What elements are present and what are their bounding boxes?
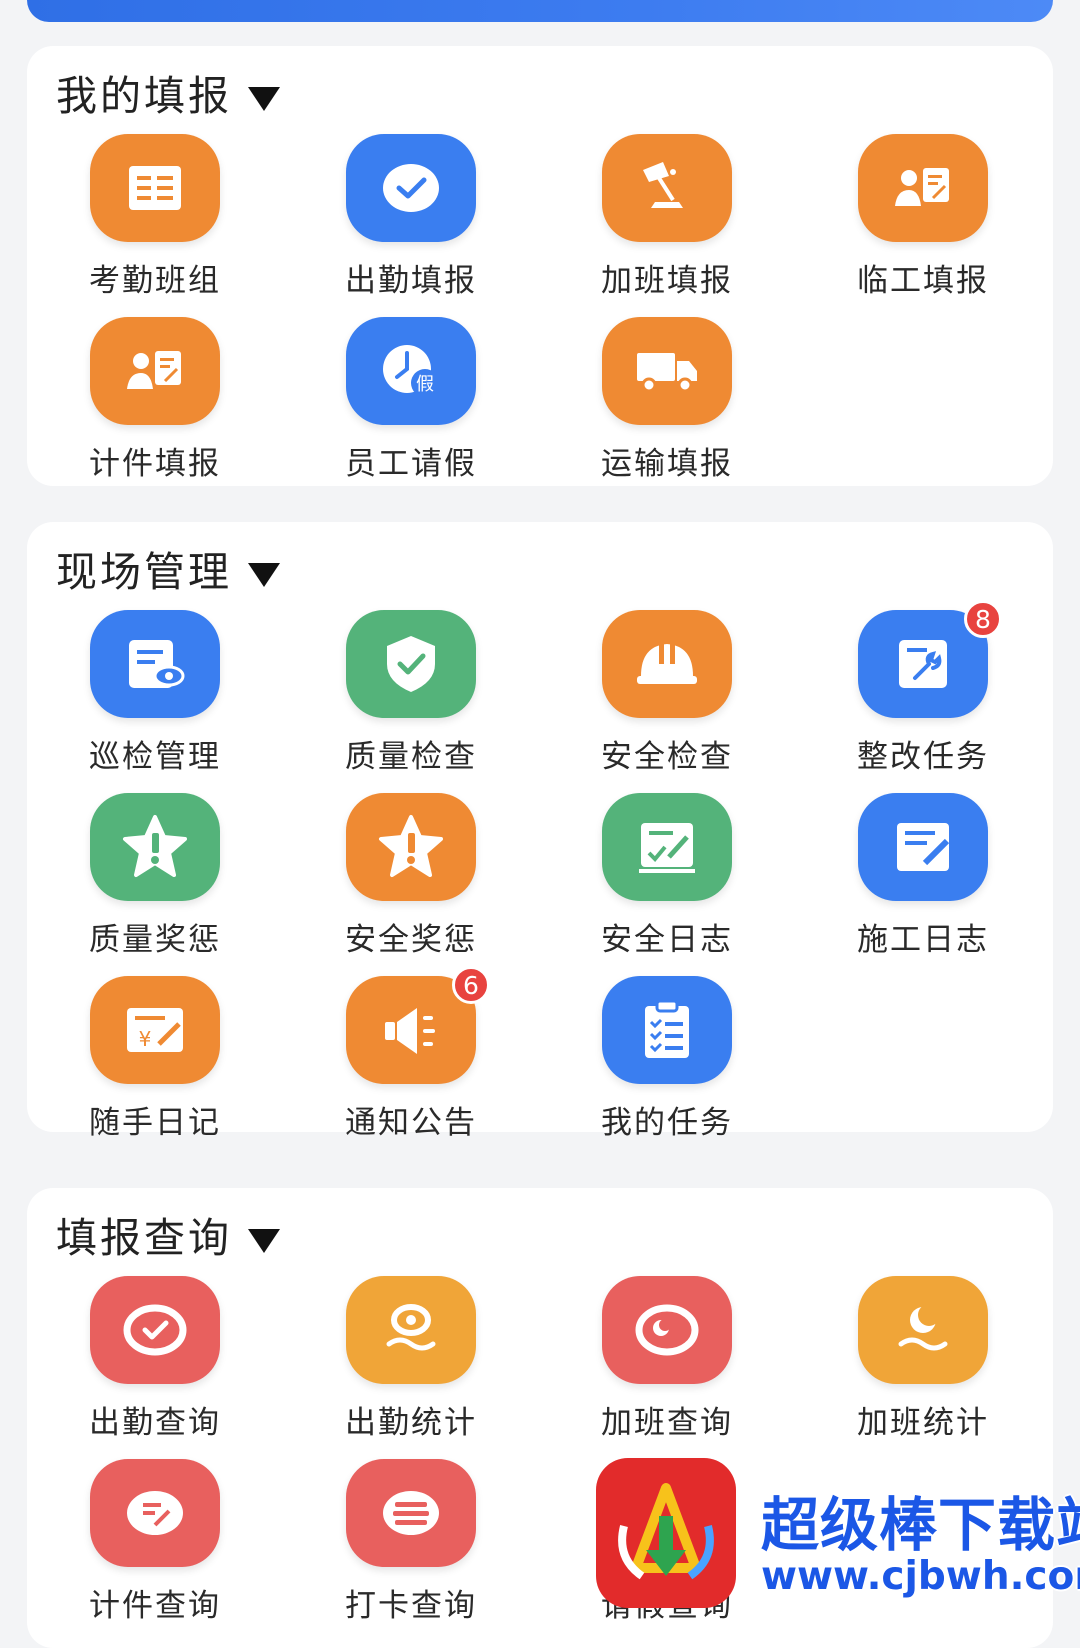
tile-label: 出勤填报 — [345, 263, 477, 299]
tile-label: 临工填报 — [857, 263, 989, 299]
tile-quality-reward-penalty[interactable]: 质量奖惩 — [27, 793, 283, 981]
tile-label: 加班查询 — [601, 1405, 733, 1441]
tile-label: 质量奖惩 — [89, 922, 221, 958]
tile-temp-worker-report[interactable]: 临工填报 — [795, 134, 1051, 322]
inspection-eye-icon — [90, 610, 220, 718]
svg-text:假: 假 — [416, 374, 434, 395]
shield-check-icon — [346, 610, 476, 718]
clipboard-list-icon — [602, 976, 732, 1084]
section-my-reports: 我的填报 考勤班组 出勤填报 加班填报 临工填报 计件填报 假 员工请假 运输填… — [27, 46, 1053, 486]
clock-leave-icon: 假 — [346, 317, 476, 425]
watermark-url: www.cjbwh.com — [761, 1554, 1080, 1599]
tile-label: 计件填报 — [89, 446, 221, 482]
moon-wave-icon — [858, 1276, 988, 1384]
caret-down-icon — [248, 563, 280, 587]
tile-label: 质量检查 — [345, 739, 477, 775]
tile-clockin-query[interactable]: 打卡查询 — [283, 1459, 539, 1647]
tile-safety-reward-penalty[interactable]: 安全奖惩 — [283, 793, 539, 981]
tile-label: 打卡查询 — [345, 1588, 477, 1624]
notification-badge: 8 — [964, 600, 1002, 638]
tile-rectification-task[interactable]: 8 整改任务 — [795, 600, 1051, 798]
tile-label: 出勤统计 — [345, 1405, 477, 1441]
money-note-icon: ¥ — [90, 976, 220, 1084]
sun-wave-icon — [346, 1276, 476, 1384]
section-title: 填报查询 — [56, 1213, 232, 1262]
tile-piecework-report[interactable]: 计件填报 — [27, 317, 283, 505]
table-list-icon — [90, 134, 220, 242]
star-alert-icon — [90, 793, 220, 901]
tile-quick-diary[interactable]: ¥ 随手日记 — [27, 976, 283, 1164]
star-alert-icon — [346, 793, 476, 901]
tile-label: 计件查询 — [89, 1588, 221, 1624]
download-logo-icon — [596, 1458, 736, 1608]
caret-down-icon — [248, 1229, 280, 1253]
section-title: 我的填报 — [56, 71, 232, 120]
tile-label: 加班填报 — [601, 263, 733, 299]
tile-label: 运输填报 — [601, 446, 733, 482]
person-form-icon — [90, 317, 220, 425]
section-title: 现场管理 — [56, 547, 232, 596]
watermark-title: 超级棒下载站 — [761, 1491, 1080, 1559]
tile-label: 我的任务 — [601, 1105, 733, 1141]
tile-overtime-query[interactable]: 加班查询 — [539, 1276, 795, 1464]
notification-badge: 6 — [452, 966, 490, 1004]
check-ring-icon — [90, 1276, 220, 1384]
wrench-board-icon: 8 — [858, 600, 1002, 718]
tile-label: 安全检查 — [601, 739, 733, 775]
watermark: 超级棒下载站 www.cjbwh.com — [596, 1458, 1080, 1613]
tile-construction-log[interactable]: 施工日志 — [795, 793, 1051, 981]
top-banner — [27, 0, 1053, 22]
desk-lamp-icon — [602, 134, 732, 242]
tile-employee-leave[interactable]: 假 员工请假 — [283, 317, 539, 505]
tile-overtime-report[interactable]: 加班填报 — [539, 134, 795, 322]
tile-label: 施工日志 — [857, 922, 989, 958]
log-check-icon — [602, 793, 732, 901]
note-pen-icon — [858, 793, 988, 901]
tile-quality-check[interactable]: 质量检查 — [283, 610, 539, 798]
tile-notice-announcement[interactable]: 6 通知公告 — [283, 966, 539, 1164]
tile-label: 通知公告 — [345, 1105, 477, 1141]
section-header-site-management[interactable]: 现场管理 — [56, 544, 280, 600]
person-form-icon — [858, 134, 988, 242]
tile-attendance-team[interactable]: 考勤班组 — [27, 134, 283, 322]
section-header-my-reports[interactable]: 我的填报 — [56, 68, 280, 124]
tile-attendance-query[interactable]: 出勤查询 — [27, 1276, 283, 1464]
tile-safety-log[interactable]: 安全日志 — [539, 793, 795, 981]
tile-label: 巡检管理 — [89, 739, 221, 775]
tile-overtime-statistics[interactable]: 加班统计 — [795, 1276, 1051, 1464]
tile-transport-report[interactable]: 运输填报 — [539, 317, 795, 505]
tile-label: 随手日记 — [89, 1105, 221, 1141]
svg-text:¥: ¥ — [139, 1027, 152, 1051]
hard-hat-icon — [602, 610, 732, 718]
tile-piecework-query[interactable]: 计件查询 — [27, 1459, 283, 1647]
tile-my-tasks[interactable]: 我的任务 — [539, 976, 795, 1164]
megaphone-icon: 6 — [346, 966, 490, 1084]
tile-label: 安全奖惩 — [345, 922, 477, 958]
tile-label: 员工请假 — [345, 446, 477, 482]
tile-attendance-statistics[interactable]: 出勤统计 — [283, 1276, 539, 1464]
edit-ring-icon — [90, 1459, 220, 1567]
tile-label: 安全日志 — [601, 922, 733, 958]
tile-label: 整改任务 — [857, 739, 989, 775]
caret-down-icon — [248, 87, 280, 111]
tile-label: 出勤查询 — [89, 1405, 221, 1441]
section-site-management: 现场管理 巡检管理 质量检查 安全检查 8 整改任务 质量奖惩 安全奖惩 安全日… — [27, 522, 1053, 1141]
list-ring-icon — [346, 1459, 476, 1567]
section-header-report-query[interactable]: 填报查询 — [56, 1210, 280, 1266]
tile-label: 加班统计 — [857, 1405, 989, 1441]
tile-label: 考勤班组 — [89, 263, 221, 299]
tile-safety-check[interactable]: 安全检查 — [539, 610, 795, 798]
tile-attendance-report[interactable]: 出勤填报 — [283, 134, 539, 322]
truck-icon — [602, 317, 732, 425]
moon-ring-icon — [602, 1276, 732, 1384]
tile-inspection-management[interactable]: 巡检管理 — [27, 610, 283, 798]
check-circle-icon — [346, 134, 476, 242]
